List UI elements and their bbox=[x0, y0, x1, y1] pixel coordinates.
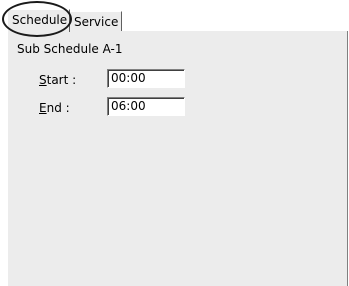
start-label-accelerator: S bbox=[39, 73, 47, 87]
end-time-input[interactable]: 06:00 bbox=[107, 97, 185, 116]
end-label-text: nd : bbox=[46, 101, 70, 115]
end-label: End : bbox=[39, 101, 70, 115]
tab-schedule-label: Schedule bbox=[12, 13, 68, 27]
start-label-text: tart : bbox=[46, 73, 77, 87]
end-label-accelerator: E bbox=[39, 101, 47, 115]
start-label: Start : bbox=[39, 73, 76, 87]
tab-service-label: Service bbox=[74, 15, 119, 29]
tab-schedule[interactable]: Schedule bbox=[7, 9, 70, 32]
tab-service[interactable]: Service bbox=[69, 11, 122, 31]
start-time-input[interactable]: 00:00 bbox=[107, 69, 185, 88]
sub-schedule-title: Sub Schedule A-1 bbox=[17, 42, 123, 56]
